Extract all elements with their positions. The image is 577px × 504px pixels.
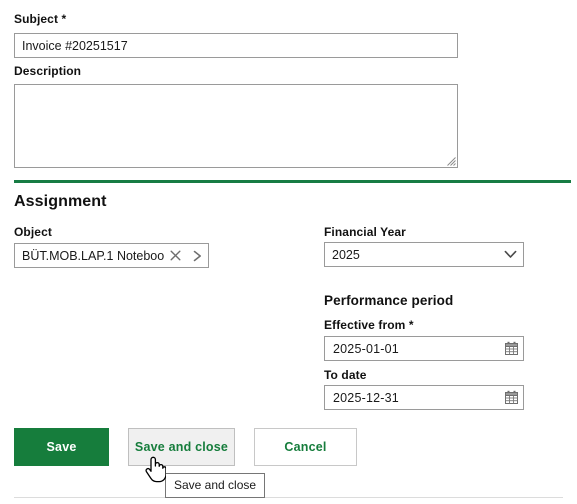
financial-year-arrow[interactable] — [497, 250, 523, 259]
object-lookup-value: BÜT.MOB.LAP.1 Notebook — [22, 248, 164, 263]
save-and-close-tooltip: Save and close — [165, 473, 266, 498]
financial-year-value: 2025 — [332, 247, 360, 262]
close-icon — [170, 250, 181, 261]
chevron-right-icon — [193, 250, 201, 261]
to-date-value: 2025-12-31 — [333, 390, 399, 405]
section-divider — [14, 180, 571, 183]
object-lookup-field[interactable]: BÜT.MOB.LAP.1 Notebook — [14, 243, 209, 268]
footer-divider — [14, 497, 563, 498]
effective-from-label: Effective from * — [324, 318, 414, 332]
cancel-button[interactable]: Cancel — [254, 428, 357, 466]
save-and-close-button[interactable]: Save and close — [128, 428, 235, 466]
to-date-date-field[interactable]: 2025-12-31 — [324, 385, 524, 410]
object-clear-button[interactable] — [164, 244, 186, 267]
effective-from-value: 2025-01-01 — [333, 341, 399, 356]
description-label: Description — [14, 64, 82, 78]
subject-input[interactable] — [14, 33, 458, 58]
object-label: Object — [14, 225, 52, 239]
description-wrapper — [14, 84, 458, 168]
to-date-label: To date — [324, 368, 367, 382]
save-button[interactable]: Save — [14, 428, 109, 466]
calendar-icon — [504, 390, 518, 404]
to-date-calendar-button[interactable] — [499, 390, 523, 405]
description-textarea[interactable] — [14, 84, 458, 168]
financial-year-label: Financial Year — [324, 225, 406, 239]
chevron-down-icon — [504, 250, 516, 258]
financial-year-select[interactable]: 2025 — [324, 242, 524, 267]
object-open-button[interactable] — [186, 244, 208, 267]
effective-from-calendar-button[interactable] — [499, 341, 523, 356]
subject-label: Subject * — [14, 12, 67, 26]
performance-period-title: Performance period — [324, 293, 454, 308]
assignment-section-title: Assignment — [14, 193, 107, 210]
calendar-icon — [504, 341, 518, 355]
effective-from-date-field[interactable]: 2025-01-01 — [324, 336, 524, 361]
